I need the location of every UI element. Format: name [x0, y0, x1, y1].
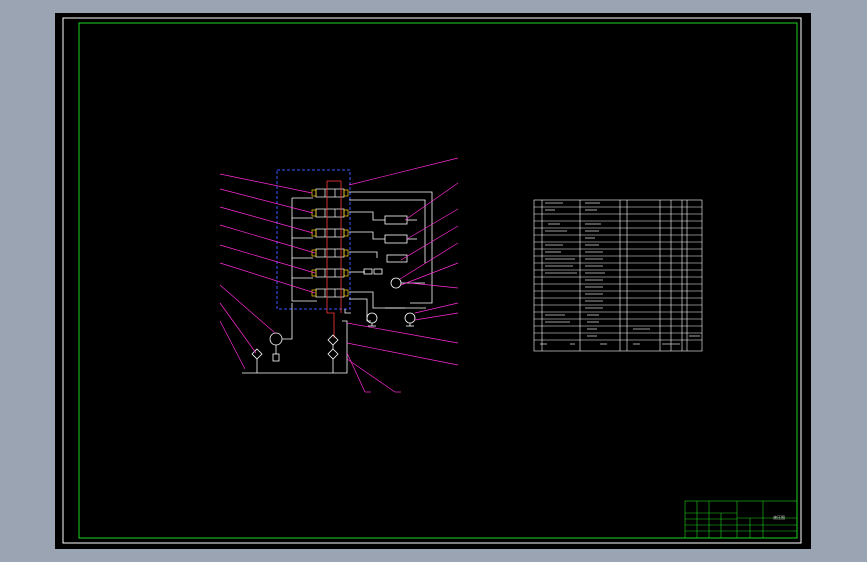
filter — [251, 348, 263, 360]
hydraulic-circuit — [219, 157, 459, 393]
directional-valve — [311, 188, 349, 198]
directional-valve — [311, 228, 349, 238]
hydraulic-motor — [390, 277, 402, 289]
hydraulic-cylinder — [384, 215, 408, 225]
directional-valve — [311, 248, 349, 258]
hydraulic-pump — [269, 332, 283, 346]
drawing-sheet: 液压图 — [55, 13, 811, 549]
hydraulic-motor — [366, 312, 378, 324]
directional-valve-stack — [311, 188, 349, 298]
drawing-frame — [78, 22, 798, 539]
directional-valve — [311, 268, 349, 278]
drawing-name: 液压图 — [773, 515, 785, 520]
hydraulic-cylinder — [384, 234, 408, 244]
electric-motor — [272, 353, 280, 362]
filter — [327, 334, 339, 346]
filter — [327, 348, 339, 360]
callout-leaders — [219, 157, 459, 393]
tank-line — [242, 320, 348, 374]
hydraulic-drawing — [62, 17, 802, 544]
valve-block-boundary — [276, 169, 351, 310]
hydraulic-motor — [404, 312, 416, 324]
pressure-line — [326, 180, 342, 338]
directional-valve — [311, 288, 349, 298]
check-valve — [373, 268, 383, 275]
directional-valve — [311, 208, 349, 218]
table-rows — [534, 206, 702, 341]
parts-list-table — [533, 199, 703, 352]
check-valve — [363, 268, 373, 275]
piping — [242, 191, 433, 374]
